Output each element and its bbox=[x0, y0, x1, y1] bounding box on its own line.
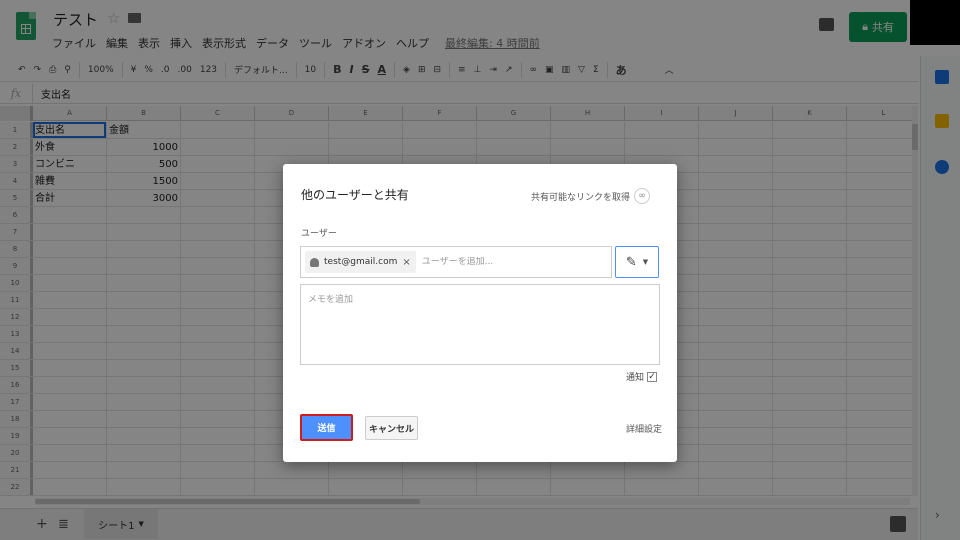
get-shareable-link[interactable]: 共有可能なリンクを取得 ∞ bbox=[531, 188, 651, 204]
advanced-settings-link[interactable]: 詳細設定 bbox=[626, 422, 662, 435]
notify-option[interactable]: 通知 ✓ bbox=[626, 370, 658, 383]
permission-dropdown[interactable]: ✎ ▼ bbox=[615, 246, 659, 278]
cancel-button[interactable]: キャンセル bbox=[365, 416, 418, 440]
notify-label: 通知 bbox=[626, 373, 645, 383]
chevron-down-icon: ▼ bbox=[642, 258, 649, 266]
pencil-icon: ✎ bbox=[625, 254, 637, 270]
people-input[interactable]: test@gmail.com × bbox=[300, 246, 612, 278]
get-link-label: 共有可能なリンクを取得 bbox=[531, 192, 631, 203]
dialog-title: 他のユーザーと共有 bbox=[301, 188, 409, 202]
chip-email: test@gmail.com bbox=[324, 257, 398, 267]
send-button[interactable]: 送信 bbox=[300, 414, 353, 441]
user-chip: test@gmail.com × bbox=[305, 251, 416, 273]
users-label: ユーザー bbox=[301, 229, 337, 239]
share-dialog: 他のユーザーと共有 共有可能なリンクを取得 ∞ ユーザー test@gmail.… bbox=[283, 164, 677, 462]
link-icon: ∞ bbox=[634, 188, 651, 204]
note-textarea[interactable] bbox=[300, 284, 660, 365]
person-icon bbox=[310, 257, 319, 267]
notify-checkbox[interactable]: ✓ bbox=[647, 371, 658, 382]
close-icon[interactable]: × bbox=[402, 257, 410, 268]
add-user-input[interactable] bbox=[421, 257, 572, 267]
